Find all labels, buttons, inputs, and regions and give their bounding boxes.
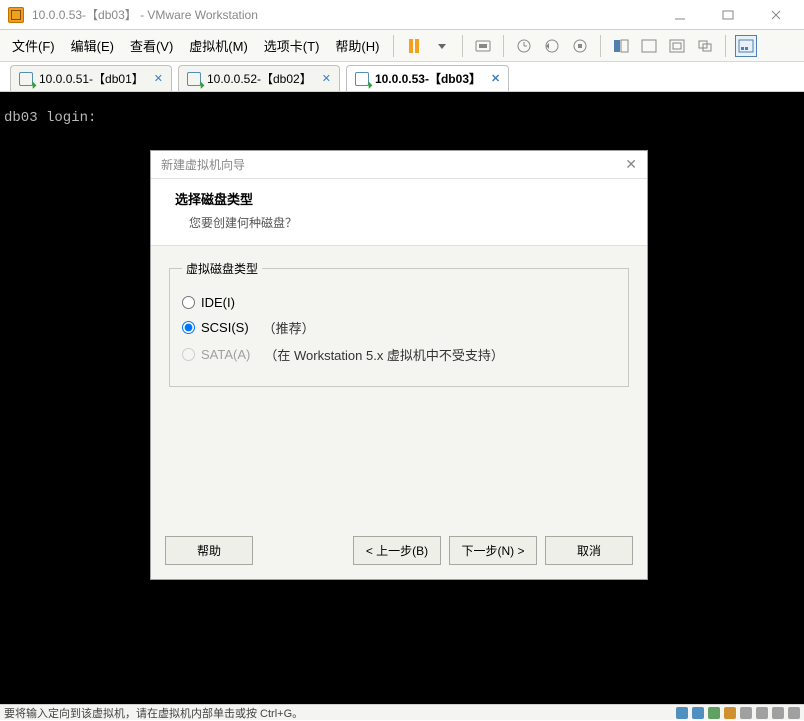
snapshot-revert-icon[interactable] [541, 35, 563, 57]
dialog-titlebar: 新建虚拟机向导 ✕ [151, 151, 647, 179]
help-button[interactable]: 帮助 [165, 536, 253, 565]
sata-note: （在 Workstation 5.x 虚拟机中不受支持） [264, 345, 504, 364]
device-icon[interactable] [788, 707, 800, 719]
next-button[interactable]: 下一步(N) > [449, 536, 537, 565]
group-label: 虚拟磁盘类型 [182, 260, 262, 277]
scsi-note: （推荐） [263, 318, 315, 337]
view-console-icon[interactable] [610, 35, 632, 57]
radio-sata-input [182, 348, 195, 361]
tab-db01[interactable]: 10.0.0.51-【db01】 ✕ [10, 65, 172, 91]
menu-tabs[interactable]: 选项卡(T) [256, 32, 328, 59]
device-icon[interactable] [708, 707, 720, 719]
snapshot-manager-icon[interactable] [569, 35, 591, 57]
close-icon[interactable]: ✕ [491, 72, 500, 85]
radio-scsi-label: SCSI(S) [201, 320, 249, 335]
toolbar-separator [393, 35, 394, 57]
send-ctrl-alt-del-icon[interactable] [472, 35, 494, 57]
radio-sata-label: SATA(A) [201, 347, 250, 362]
close-icon[interactable]: ✕ [154, 72, 163, 85]
maximize-button[interactable] [708, 1, 748, 29]
vm-tabbar: 10.0.0.51-【db01】 ✕ 10.0.0.52-【db02】 ✕ 10… [0, 62, 804, 92]
disk-type-group: 虚拟磁盘类型 IDE(I) SCSI(S) （推荐） SATA(A) （在 Wo… [169, 260, 629, 387]
window-titlebar: 10.0.0.53-【db03】 - VMware Workstation [0, 0, 804, 30]
vmware-logo-icon [8, 7, 24, 23]
console-text: db03 login: [4, 110, 96, 126]
menu-view[interactable]: 查看(V) [122, 32, 181, 59]
vm-icon [187, 72, 201, 86]
dialog-body: 虚拟磁盘类型 IDE(I) SCSI(S) （推荐） SATA(A) （在 Wo… [151, 246, 647, 526]
dialog-subheading: 您要创建何种磁盘？ [189, 214, 623, 231]
radio-ide-label: IDE(I) [201, 295, 235, 310]
menu-toolbar: 文件(F) 编辑(E) 查看(V) 虚拟机(M) 选项卡(T) 帮助(H) [0, 30, 804, 62]
back-button[interactable]: < 上一步(B) [353, 536, 441, 565]
dialog-title: 新建虚拟机向导 [161, 156, 245, 173]
new-vm-wizard-dialog: 新建虚拟机向导 ✕ 选择磁盘类型 您要创建何种磁盘？ 虚拟磁盘类型 IDE(I)… [150, 150, 648, 580]
fullscreen-icon[interactable] [666, 35, 688, 57]
status-device-icons [676, 707, 800, 719]
menu-edit[interactable]: 编辑(E) [63, 32, 122, 59]
vm-icon [19, 72, 33, 86]
toolbar-separator [503, 35, 504, 57]
device-icon[interactable] [692, 707, 704, 719]
tab-db03[interactable]: 10.0.0.53-【db03】 ✕ [346, 65, 509, 91]
device-icon[interactable] [676, 707, 688, 719]
radio-ide-input[interactable] [182, 296, 195, 309]
device-icon[interactable] [740, 707, 752, 719]
dropdown-icon[interactable] [431, 35, 453, 57]
dialog-footer: 帮助 < 上一步(B) 下一步(N) > 取消 [151, 526, 647, 579]
radio-scsi[interactable]: SCSI(S) （推荐） [182, 318, 616, 337]
tab-label: 10.0.0.52-【db02】 [207, 70, 312, 87]
close-button[interactable] [756, 1, 796, 29]
menu-help[interactable]: 帮助(H) [327, 32, 387, 59]
device-icon[interactable] [724, 707, 736, 719]
toolbar-separator [725, 35, 726, 57]
tab-db02[interactable]: 10.0.0.52-【db02】 ✕ [178, 65, 340, 91]
device-icon[interactable] [772, 707, 784, 719]
tab-label: 10.0.0.53-【db03】 [375, 70, 481, 87]
statusbar: 要将输入定向到该虚拟机，请在虚拟机内部单击或按 Ctrl+G。 [0, 704, 804, 720]
device-icon[interactable] [756, 707, 768, 719]
cancel-button[interactable]: 取消 [545, 536, 633, 565]
statusbar-hint: 要将输入定向到该虚拟机，请在虚拟机内部单击或按 Ctrl+G。 [4, 705, 303, 721]
minimize-button[interactable] [660, 1, 700, 29]
thumbnail-bar-icon[interactable] [735, 35, 757, 57]
unity-icon[interactable] [694, 35, 716, 57]
radio-sata: SATA(A) （在 Workstation 5.x 虚拟机中不受支持） [182, 345, 616, 364]
dialog-header: 选择磁盘类型 您要创建何种磁盘？ [151, 179, 647, 246]
toolbar-separator [600, 35, 601, 57]
radio-ide[interactable]: IDE(I) [182, 295, 616, 310]
dialog-close-button[interactable]: ✕ [625, 156, 637, 173]
snapshot-take-icon[interactable] [513, 35, 535, 57]
toolbar-separator [462, 35, 463, 57]
menu-vm[interactable]: 虚拟机(M) [181, 32, 256, 59]
dialog-heading: 选择磁盘类型 [175, 189, 623, 208]
vm-icon [355, 72, 369, 86]
radio-scsi-input[interactable] [182, 321, 195, 334]
close-icon[interactable]: ✕ [322, 72, 331, 85]
tab-label: 10.0.0.51-【db01】 [39, 70, 144, 87]
pause-button[interactable] [403, 35, 425, 57]
view-single-icon[interactable] [638, 35, 660, 57]
menu-file[interactable]: 文件(F) [4, 32, 63, 59]
window-title: 10.0.0.53-【db03】 - VMware Workstation [32, 6, 660, 23]
